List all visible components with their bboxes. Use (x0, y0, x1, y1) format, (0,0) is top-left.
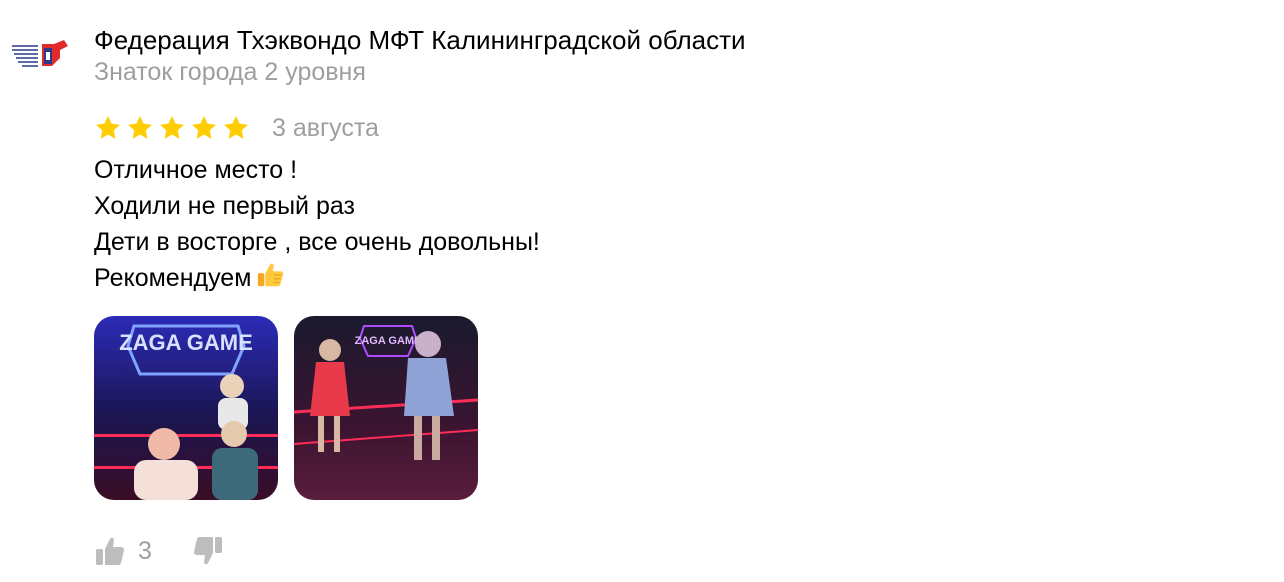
rating-row: 3 августа (94, 111, 379, 145)
review-text-line: Дети в восторге , все очень довольны! (94, 228, 540, 256)
review-photo[interactable]: ZAGA GAME (94, 316, 278, 500)
star-icon (159, 116, 185, 139)
review-reactions: 3 (94, 532, 224, 570)
star-icon (223, 116, 249, 139)
star-icon (127, 116, 153, 139)
review-date: 3 августа (272, 114, 379, 142)
review-photo[interactable]: ZAGA GAME (294, 316, 478, 500)
dislike-button[interactable] (192, 535, 224, 567)
star-icon (95, 116, 121, 139)
star-icon (191, 116, 217, 139)
author-name[interactable]: Федерация Тхэквондо МФТ Калининградской … (94, 23, 746, 57)
review-text-line: Рекомендуем (94, 264, 252, 292)
photo-thumbnail-icon: ZAGA GAME (294, 316, 478, 500)
photo-thumbnail-icon: ZAGA GAME (94, 316, 278, 500)
thumbs-up-icon (96, 537, 125, 565)
author-level: Знаток города 2 уровня (94, 58, 366, 86)
like-count: 3 (138, 537, 152, 565)
author-avatar[interactable] (8, 36, 72, 76)
federation-logo-icon (8, 36, 72, 76)
rating-stars (94, 114, 250, 142)
thumbs-down-icon (193, 537, 222, 565)
like-button[interactable]: 3 (94, 534, 152, 568)
review-text: Отличное место ! Ходили не первый раз Де… (94, 152, 540, 296)
review-card: Федерация Тхэквондо МФТ Калининградской … (0, 0, 1284, 582)
photo-sign-text: ZAGA GAME (355, 335, 422, 347)
review-text-line: Отличное место ! (94, 156, 298, 184)
review-text-line: Ходили не первый раз (94, 192, 355, 220)
photo-sign-text: ZAGA GAME (119, 330, 253, 355)
review-text-line-last: Рекомендуем (94, 260, 540, 296)
thumbs-up-emoji-icon (258, 263, 284, 287)
review-photos: ZAGA GAME ZAGA GAME (94, 316, 478, 500)
